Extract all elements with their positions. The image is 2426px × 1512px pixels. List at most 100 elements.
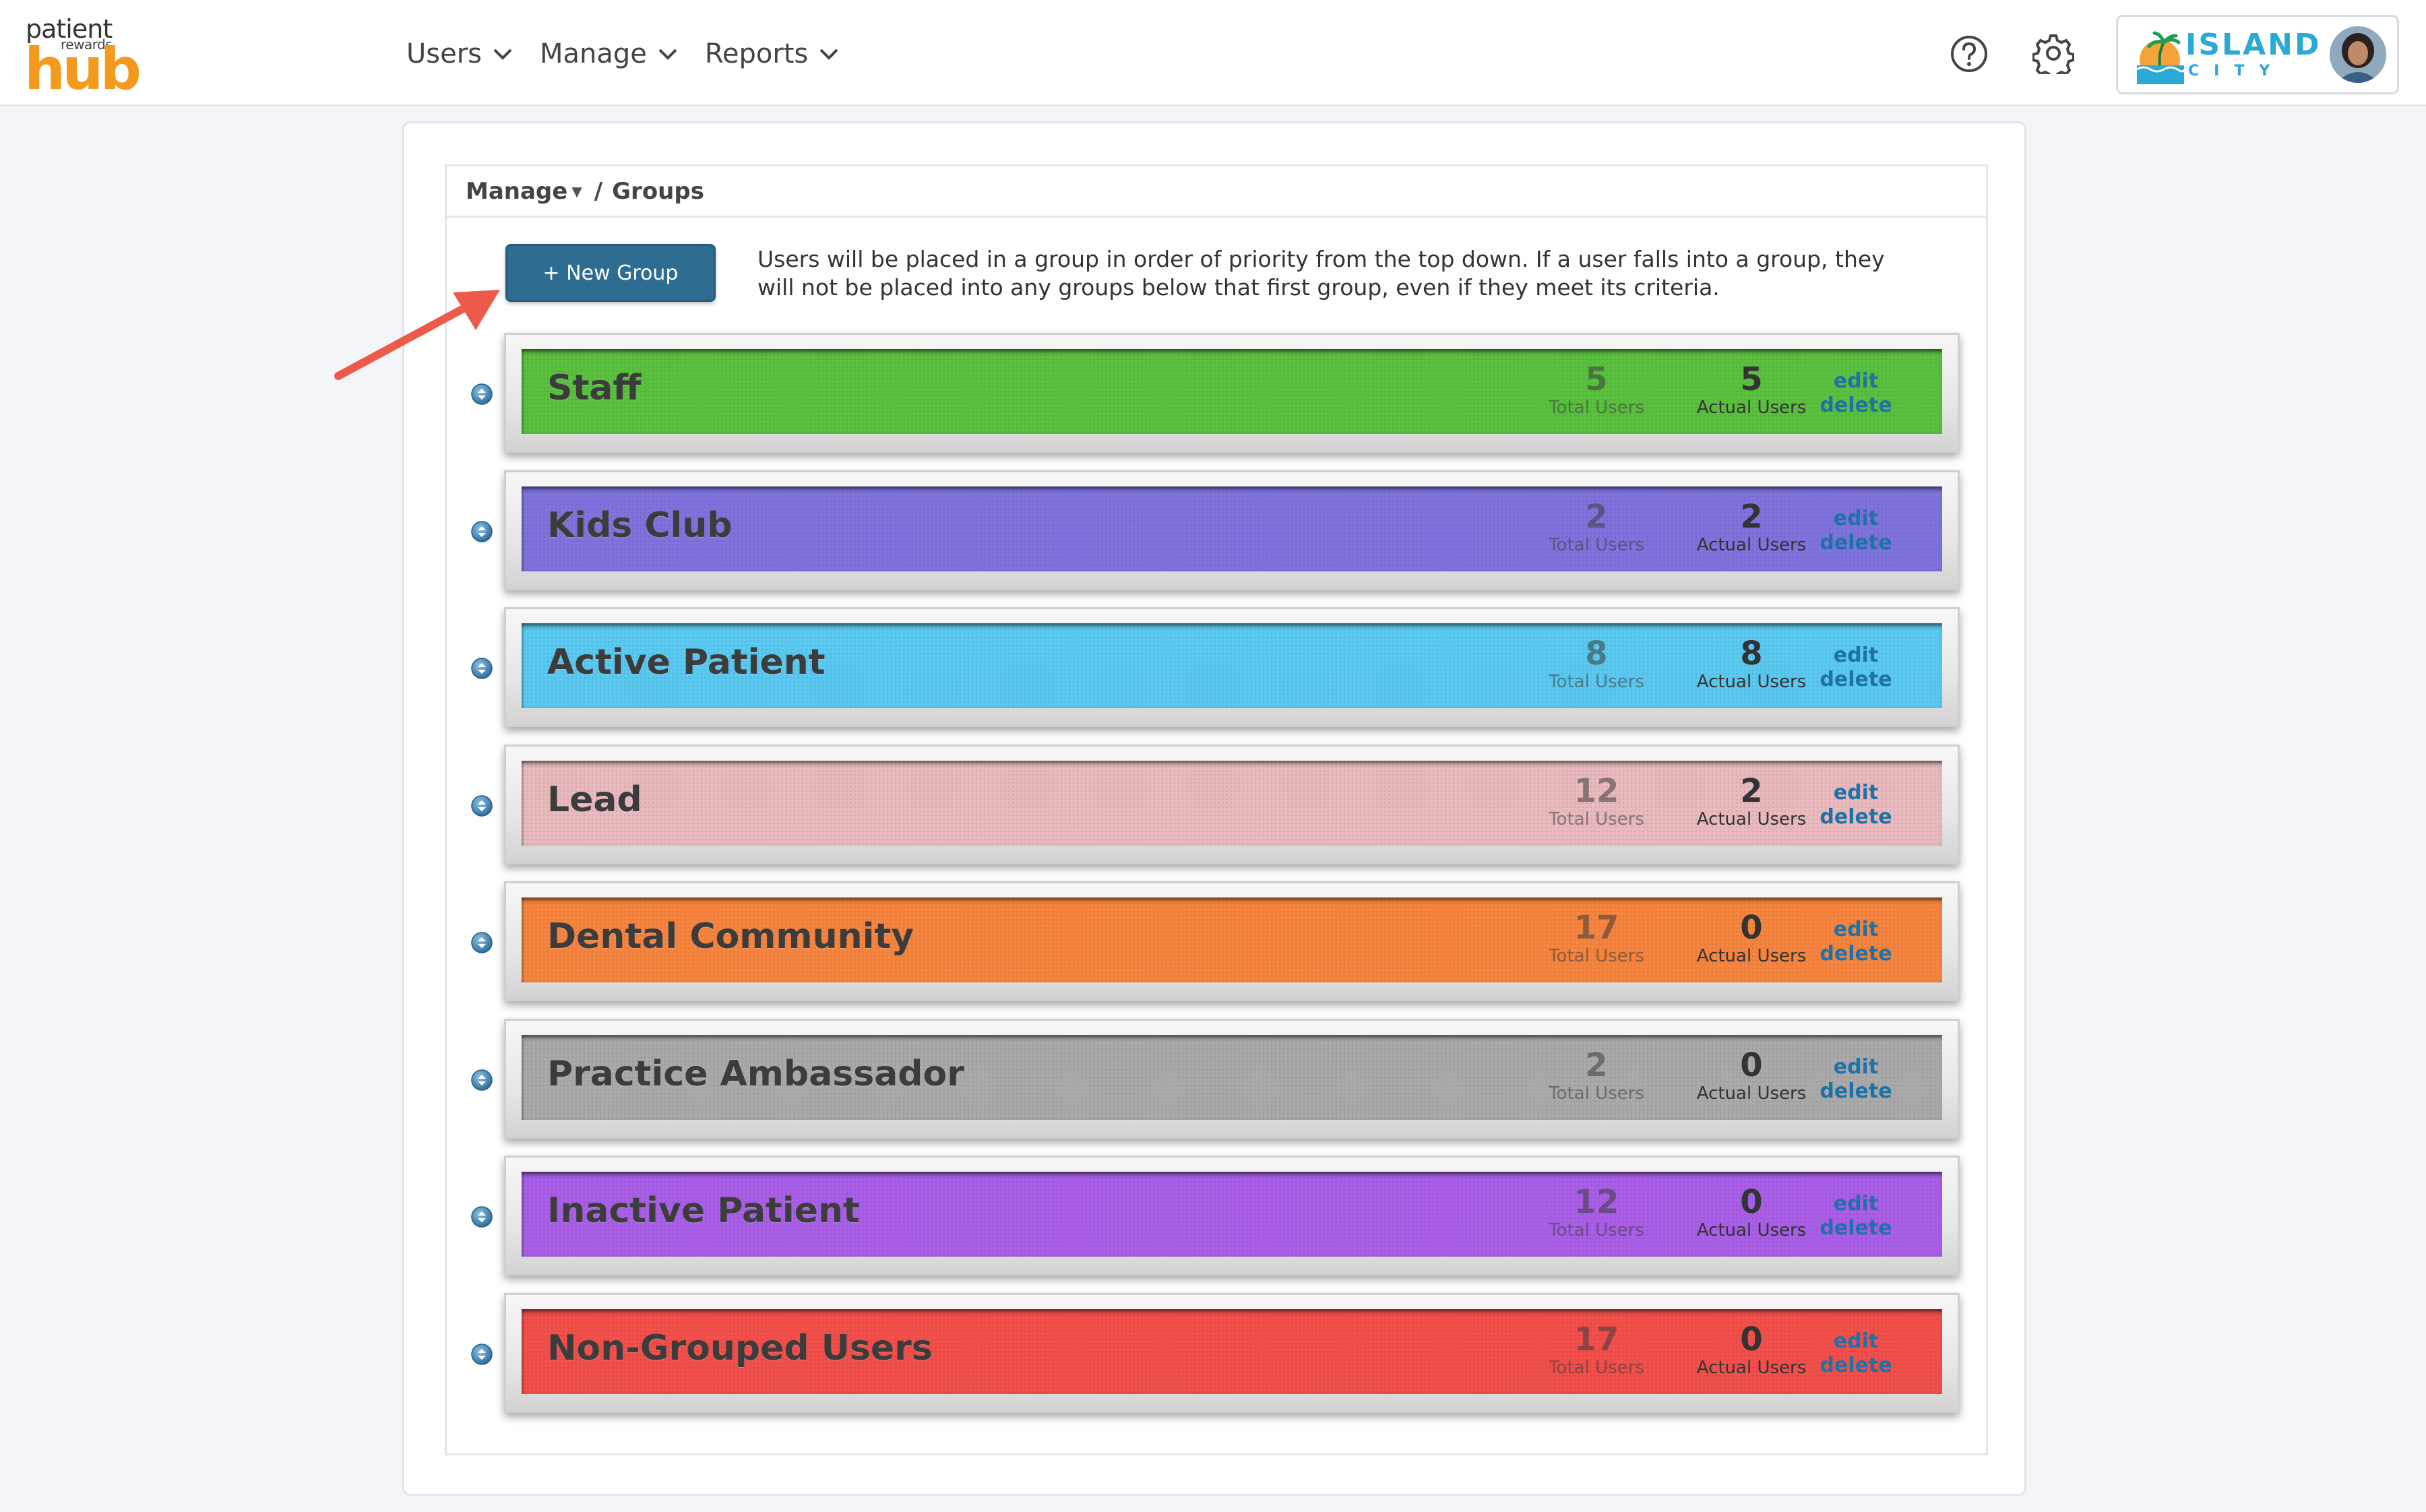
total-users-stat: 2 Total Users	[1529, 499, 1664, 555]
brand-name-line2: CITY	[2188, 63, 2285, 80]
island-logo-icon	[2136, 31, 2185, 84]
nav-manage[interactable]: Manage	[540, 35, 678, 73]
user-avatar-icon	[2330, 26, 2386, 83]
app-logo[interactable]: patient rewards hub	[24, 16, 142, 98]
actual-users-count: 2	[1740, 772, 1763, 810]
total-users-count: 17	[1574, 909, 1619, 947]
top-navigation-bar: patient rewards hub Users Manage Reports	[0, 0, 2426, 106]
actual-users-stat: 2 Actual Users	[1684, 499, 1819, 555]
reorder-handle-icon[interactable]	[470, 657, 493, 680]
group-actions: edit delete	[1802, 1192, 1910, 1240]
total-users-stat: 17 Total Users	[1529, 1321, 1664, 1378]
reorder-handle-icon[interactable]	[470, 1343, 493, 1366]
group-actions: edit delete	[1802, 918, 1910, 966]
total-users-count: 8	[1585, 635, 1608, 672]
group-row[interactable]: Practice Ambassador 2 Total Users 0 Actu…	[0, 1019, 2426, 1140]
group-actions: edit delete	[1802, 369, 1910, 418]
group-row[interactable]: Inactive Patient 12 Total Users 0 Actual…	[0, 1156, 2426, 1277]
nav-users[interactable]: Users	[406, 35, 513, 73]
actual-users-count: 0	[1740, 1046, 1763, 1084]
total-users-stat: 17 Total Users	[1529, 910, 1664, 966]
group-card: Practice Ambassador 2 Total Users 0 Actu…	[504, 1019, 1960, 1139]
edit-group-link[interactable]: edit	[1802, 507, 1910, 531]
group-card: Active Patient 8 Total Users 8 Actual Us…	[504, 607, 1960, 727]
actual-users-stat: 0 Actual Users	[1684, 910, 1819, 966]
group-name: Staff	[547, 368, 642, 408]
actual-users-label: Actual Users	[1696, 672, 1807, 692]
edit-group-link[interactable]: edit	[1802, 1055, 1910, 1079]
edit-group-link[interactable]: edit	[1802, 1192, 1910, 1216]
reorder-handle-icon[interactable]	[470, 794, 493, 817]
actual-users-label: Actual Users	[1696, 535, 1807, 555]
reorder-handle-icon[interactable]	[470, 383, 493, 406]
group-color-bar: Inactive Patient 12 Total Users 0 Actual…	[522, 1172, 1942, 1257]
group-name: Practice Ambassador	[547, 1054, 964, 1094]
delete-group-link[interactable]: delete	[1802, 942, 1910, 966]
group-color-bar: Kids Club 2 Total Users 2 Actual Users e…	[522, 486, 1942, 571]
reorder-handle-icon[interactable]	[470, 1069, 493, 1092]
gear-icon[interactable]	[2032, 32, 2074, 74]
reorder-handle-icon[interactable]	[470, 520, 493, 543]
actual-users-stat: 2 Actual Users	[1684, 773, 1819, 829]
group-actions: edit delete	[1802, 507, 1910, 555]
total-users-label: Total Users	[1549, 672, 1644, 692]
caret-down-icon[interactable]: ▼	[571, 183, 582, 199]
actual-users-count: 0	[1740, 1183, 1763, 1221]
delete-group-link[interactable]: delete	[1802, 668, 1910, 692]
actual-users-count: 8	[1740, 635, 1763, 672]
total-users-count: 12	[1574, 772, 1619, 810]
actual-users-label: Actual Users	[1696, 1083, 1807, 1104]
delete-group-link[interactable]: delete	[1802, 1354, 1910, 1378]
actual-users-count: 5	[1740, 360, 1763, 398]
actual-users-count: 0	[1740, 909, 1763, 947]
chevron-down-icon	[493, 49, 512, 60]
group-name: Kids Club	[547, 505, 733, 546]
delete-group-link[interactable]: delete	[1802, 531, 1910, 555]
brand-name-line1: ISLAND	[2185, 28, 2322, 62]
edit-group-link[interactable]: edit	[1802, 1329, 1910, 1354]
group-card: Non-Grouped Users 17 Total Users 0 Actua…	[504, 1293, 1960, 1413]
group-name: Non-Grouped Users	[547, 1328, 933, 1368]
actual-users-label: Actual Users	[1696, 1358, 1807, 1378]
delete-group-link[interactable]: delete	[1802, 1079, 1910, 1104]
group-color-bar: Staff 5 Total Users 5 Actual Users edit …	[522, 349, 1942, 434]
total-users-label: Total Users	[1549, 1220, 1644, 1240]
total-users-count: 2	[1585, 498, 1608, 536]
breadcrumb-manage[interactable]: Manage	[466, 178, 567, 205]
actual-users-count: 0	[1740, 1321, 1763, 1358]
actual-users-label: Actual Users	[1696, 946, 1807, 966]
total-users-count: 17	[1574, 1321, 1619, 1358]
delete-group-link[interactable]: delete	[1802, 393, 1910, 418]
edit-group-link[interactable]: edit	[1802, 781, 1910, 805]
delete-group-link[interactable]: delete	[1802, 1216, 1910, 1240]
main-nav: Users Manage Reports	[406, 35, 866, 73]
reorder-handle-icon[interactable]	[470, 1205, 493, 1228]
actual-users-stat: 5 Actual Users	[1684, 361, 1819, 418]
total-users-count: 2	[1585, 1046, 1608, 1084]
delete-group-link[interactable]: delete	[1802, 805, 1910, 829]
group-name: Inactive Patient	[547, 1191, 860, 1231]
group-color-bar: Dental Community 17 Total Users 0 Actual…	[522, 897, 1942, 982]
account-switcher[interactable]: ISLAND CITY	[2116, 15, 2399, 94]
group-card: Kids Club 2 Total Users 2 Actual Users e…	[504, 470, 1960, 590]
edit-group-link[interactable]: edit	[1802, 918, 1910, 942]
edit-group-link[interactable]: edit	[1802, 369, 1910, 393]
group-color-bar: Practice Ambassador 2 Total Users 0 Actu…	[522, 1035, 1942, 1120]
actual-users-stat: 0 Actual Users	[1684, 1321, 1819, 1378]
edit-group-link[interactable]: edit	[1802, 643, 1910, 668]
group-row[interactable]: Non-Grouped Users 17 Total Users 0 Actua…	[0, 1293, 2426, 1414]
nav-reports[interactable]: Reports	[705, 35, 839, 73]
total-users-count: 12	[1574, 1183, 1619, 1221]
reorder-handle-icon[interactable]	[470, 931, 493, 954]
group-card: Inactive Patient 12 Total Users 0 Actual…	[504, 1156, 1960, 1275]
actual-users-stat: 0 Actual Users	[1684, 1047, 1819, 1104]
help-circle-icon[interactable]	[1949, 34, 1989, 74]
group-row[interactable]: Active Patient 8 Total Users 8 Actual Us…	[0, 607, 2426, 728]
group-row[interactable]: Staff 5 Total Users 5 Actual Users edit …	[0, 333, 2426, 454]
group-row[interactable]: Lead 12 Total Users 2 Actual Users edit …	[0, 745, 2426, 866]
logo-line-hub: hub	[24, 36, 142, 103]
group-row[interactable]: Dental Community 17 Total Users 0 Actual…	[0, 881, 2426, 1003]
group-row[interactable]: Kids Club 2 Total Users 2 Actual Users e…	[0, 470, 2426, 592]
avatar[interactable]	[2330, 26, 2386, 83]
new-group-button[interactable]: + New Group	[505, 244, 716, 302]
